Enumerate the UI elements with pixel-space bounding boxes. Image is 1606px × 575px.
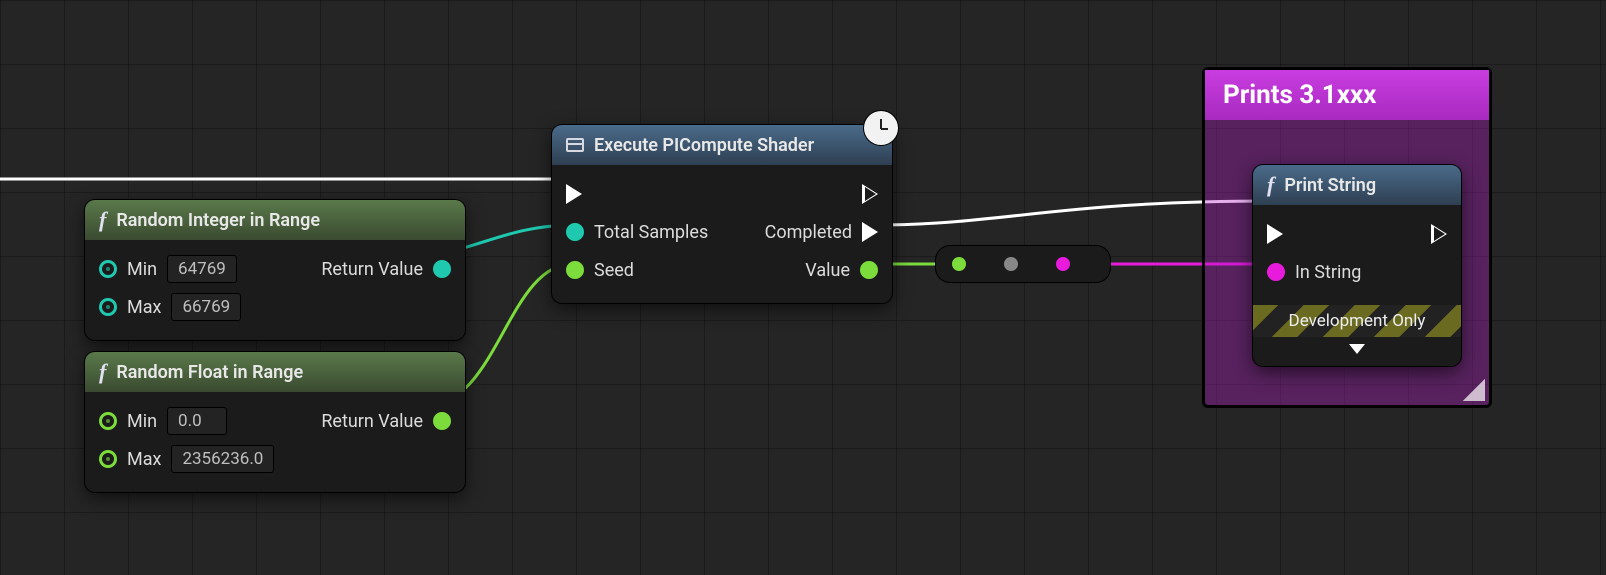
knot-in-float[interactable] bbox=[952, 257, 966, 271]
window-icon bbox=[566, 138, 584, 152]
exec-in[interactable] bbox=[1267, 224, 1283, 244]
input-max-value[interactable]: 66769 bbox=[171, 293, 241, 321]
pin-min-int[interactable] bbox=[99, 260, 117, 278]
node-title: Execute PICompute Shader bbox=[594, 135, 814, 156]
pin-label: Return Value bbox=[321, 411, 423, 432]
latent-icon bbox=[864, 111, 898, 145]
expand-button[interactable] bbox=[1253, 337, 1461, 366]
function-icon: f bbox=[1267, 172, 1274, 198]
pin-min-float[interactable] bbox=[99, 412, 117, 430]
pin-return-int[interactable] bbox=[433, 260, 451, 278]
pin-label: Max bbox=[127, 297, 161, 318]
pin-label: In String bbox=[1295, 262, 1361, 283]
pin-total-samples[interactable] bbox=[566, 223, 584, 241]
pin-label: Value bbox=[805, 260, 850, 281]
function-icon: f bbox=[99, 207, 106, 233]
input-min-value[interactable]: 0.0 bbox=[167, 407, 227, 435]
pin-label: Max bbox=[127, 449, 161, 470]
node-random-float-in-range[interactable]: f Random Float in Range Min 0.0 Max 2356… bbox=[85, 352, 465, 492]
pin-max-float[interactable] bbox=[99, 450, 117, 468]
pin-label: Return Value bbox=[321, 259, 423, 280]
node-title: Random Float in Range bbox=[116, 362, 303, 383]
pin-seed[interactable] bbox=[566, 261, 584, 279]
node-title: Random Integer in Range bbox=[116, 210, 320, 231]
pin-label: Min bbox=[127, 411, 157, 432]
function-icon: f bbox=[99, 359, 106, 385]
comment-title[interactable]: Prints 3.1xxx bbox=[1205, 70, 1489, 120]
knot-center-icon bbox=[1004, 257, 1018, 271]
node-random-integer-in-range[interactable]: f Random Integer in Range Min 64769 Max … bbox=[85, 200, 465, 340]
development-only-banner: Development Only bbox=[1253, 305, 1461, 337]
knot-out-string[interactable] bbox=[1056, 257, 1070, 271]
pin-label: Seed bbox=[594, 260, 634, 281]
node-execute-picompute-shader[interactable]: Execute PICompute Shader Total Samples S… bbox=[552, 125, 892, 303]
pin-label: Total Samples bbox=[594, 222, 708, 243]
input-min-value[interactable]: 64769 bbox=[167, 255, 237, 283]
chevron-down-icon bbox=[1349, 344, 1365, 354]
pin-max-int[interactable] bbox=[99, 298, 117, 316]
node-print-string[interactable]: f Print String In String Development Onl… bbox=[1253, 165, 1461, 366]
pin-label: Completed bbox=[765, 222, 852, 243]
resize-handle-icon[interactable] bbox=[1463, 379, 1485, 401]
node-title: Print String bbox=[1284, 175, 1376, 196]
pin-value-float[interactable] bbox=[860, 261, 878, 279]
pin-label: Min bbox=[127, 259, 157, 280]
pin-return-float[interactable] bbox=[433, 412, 451, 430]
reroute-knot[interactable] bbox=[936, 246, 1110, 282]
exec-in[interactable] bbox=[566, 184, 582, 204]
exec-out-then[interactable] bbox=[862, 184, 878, 204]
input-max-value[interactable]: 2356236.0 bbox=[171, 445, 274, 473]
pin-in-string[interactable] bbox=[1267, 263, 1285, 281]
exec-out-completed[interactable] bbox=[862, 222, 878, 242]
exec-out[interactable] bbox=[1431, 224, 1447, 244]
